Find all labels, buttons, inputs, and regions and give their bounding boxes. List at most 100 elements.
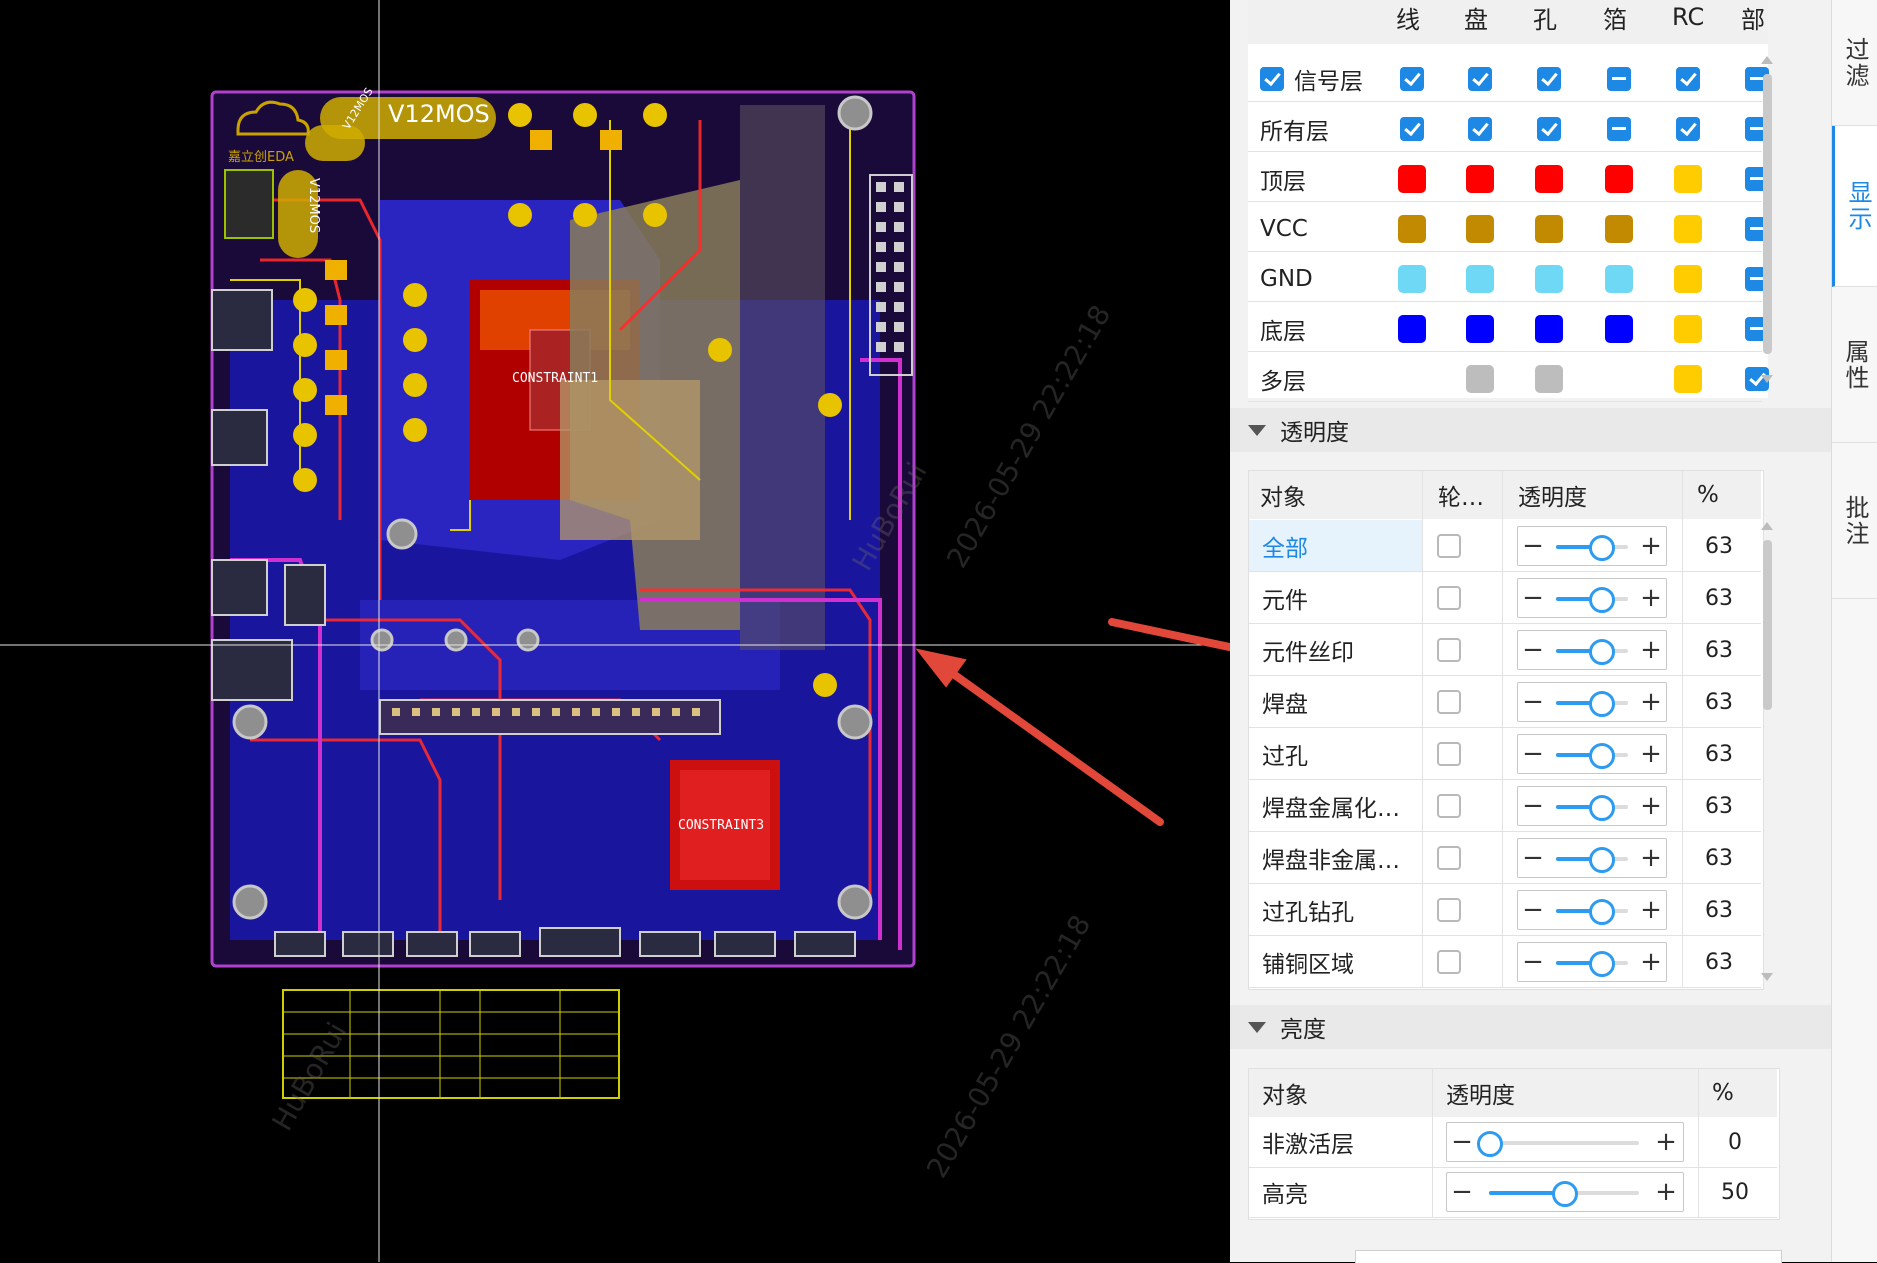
layer-color-swatch[interactable] [1605,265,1633,293]
tab-properties[interactable]: 属性 [1832,287,1877,443]
brightness-slider[interactable]: − + [1446,1172,1684,1212]
outline-checkbox[interactable] [1437,846,1461,870]
layer-visibility-checkbox[interactable] [1537,67,1561,91]
slider-knob[interactable] [1589,639,1616,665]
layer-color-swatch[interactable] [1535,165,1563,193]
increase-button[interactable]: + [1636,839,1666,877]
outline-checkbox[interactable] [1437,638,1461,662]
outline-checkbox[interactable] [1437,794,1461,818]
transparency-scrollbar[interactable] [1763,540,1772,710]
trans-object-name[interactable]: 过孔 [1262,734,1308,774]
layer-color-swatch[interactable] [1398,315,1426,343]
brightness-percent[interactable]: 50 [1710,1172,1760,1212]
slider-track[interactable] [1556,847,1628,873]
decrease-button[interactable]: − [1518,683,1548,721]
layer-color-swatch[interactable] [1674,265,1702,293]
layer-color-swatch[interactable] [1674,315,1702,343]
outline-checkbox[interactable] [1437,534,1461,558]
tab-filter[interactable]: 过滤 [1832,0,1877,126]
pcb-canvas[interactable]: V12MOS V12MOS V12MOS 嘉立创EDA CONSTRAINT1 … [0,0,1230,1262]
transparency-percent[interactable]: 63 [1693,942,1745,982]
increase-button[interactable]: + [1636,579,1666,617]
brightness-percent[interactable]: 0 [1710,1122,1760,1162]
trans-object-name[interactable]: 元件丝印 [1262,630,1354,670]
slider-knob[interactable] [1589,691,1616,717]
decrease-button[interactable]: − [1518,631,1548,669]
increase-button[interactable]: + [1636,891,1666,929]
tab-display[interactable]: 显示 [1832,126,1877,287]
layer-visibility-checkbox[interactable] [1468,67,1492,91]
slider-knob[interactable] [1477,1131,1503,1157]
slider-knob[interactable] [1552,1181,1578,1207]
brightness-slider[interactable]: − + [1446,1122,1684,1162]
transparency-percent[interactable]: 63 [1693,630,1745,670]
layer-color-swatch[interactable] [1674,215,1702,243]
increase-button[interactable]: + [1636,943,1666,981]
increase-button[interactable]: + [1651,1173,1681,1211]
layer-color-swatch[interactable] [1398,165,1426,193]
layer-color-swatch[interactable] [1674,165,1702,193]
outline-checkbox[interactable] [1437,690,1461,714]
layer-table-scrollbar[interactable] [1763,74,1772,354]
decrease-button[interactable]: − [1447,1173,1477,1211]
slider-track[interactable] [1556,743,1628,769]
transparency-slider[interactable]: − + [1517,682,1667,722]
transparency-slider[interactable]: − + [1517,734,1667,774]
slider-track[interactable] [1489,1181,1639,1207]
transparency-percent[interactable]: 63 [1693,838,1745,878]
transparency-slider[interactable]: − + [1517,526,1667,566]
transparency-section-header[interactable]: 透明度 [1230,408,1831,452]
scroll-down-arrow[interactable] [1761,375,1773,383]
outline-checkbox[interactable] [1437,586,1461,610]
layer-visibility-checkbox[interactable] [1607,67,1631,91]
signal-layer-checkbox[interactable] [1260,67,1284,91]
collapse-caret-icon[interactable] [1248,1021,1266,1033]
increase-button[interactable]: + [1636,735,1666,773]
tab-annotations[interactable]: 批注 [1832,443,1877,599]
slider-knob[interactable] [1589,847,1616,873]
layer-color-swatch[interactable] [1535,265,1563,293]
trans-object-name[interactable]: 焊盘 [1262,682,1308,722]
slider-track[interactable] [1556,535,1628,561]
slider-track[interactable] [1477,1131,1639,1157]
decrease-button[interactable]: − [1447,1123,1477,1161]
slider-track[interactable] [1556,691,1628,717]
layer-color-swatch[interactable] [1674,365,1702,393]
layer-visibility-checkbox[interactable] [1400,117,1424,141]
layer-color-swatch[interactable] [1466,165,1494,193]
slider-knob[interactable] [1589,743,1616,769]
slider-track[interactable] [1556,639,1628,665]
transparency-slider[interactable]: − + [1517,786,1667,826]
slider-knob[interactable] [1589,951,1616,977]
slider-track[interactable] [1556,899,1628,925]
transparency-slider[interactable]: − + [1517,890,1667,930]
layer-color-swatch[interactable] [1466,315,1494,343]
slider-track[interactable] [1556,951,1628,977]
scroll-up-arrow[interactable] [1761,56,1773,64]
increase-button[interactable]: + [1636,787,1666,825]
increase-button[interactable]: + [1636,631,1666,669]
layer-color-swatch[interactable] [1398,215,1426,243]
layer-color-swatch[interactable] [1535,215,1563,243]
layer-visibility-checkbox[interactable] [1400,67,1424,91]
transparency-slider[interactable]: − + [1517,578,1667,618]
trans-scroll-down-arrow[interactable] [1761,973,1773,981]
brightness-section-header[interactable]: 亮度 [1230,1005,1831,1049]
outline-checkbox[interactable] [1437,898,1461,922]
transparency-percent[interactable]: 63 [1693,526,1745,566]
transparency-percent[interactable]: 63 [1693,786,1745,826]
slider-track[interactable] [1556,587,1628,613]
layer-color-swatch[interactable] [1466,215,1494,243]
trans-object-name[interactable]: 全部 [1262,526,1308,566]
slider-knob[interactable] [1589,587,1616,613]
trans-scroll-up-arrow[interactable] [1761,522,1773,530]
increase-button[interactable]: + [1636,527,1666,565]
increase-button[interactable]: + [1651,1123,1681,1161]
layer-color-swatch[interactable] [1466,265,1494,293]
transparency-percent[interactable]: 63 [1693,890,1745,930]
outline-checkbox[interactable] [1437,950,1461,974]
trans-object-name[interactable]: 焊盘金属化… [1262,786,1400,826]
panel-bottom-field[interactable] [1355,1250,1782,1263]
transparency-slider[interactable]: − + [1517,942,1667,982]
layer-visibility-checkbox[interactable] [1607,117,1631,141]
